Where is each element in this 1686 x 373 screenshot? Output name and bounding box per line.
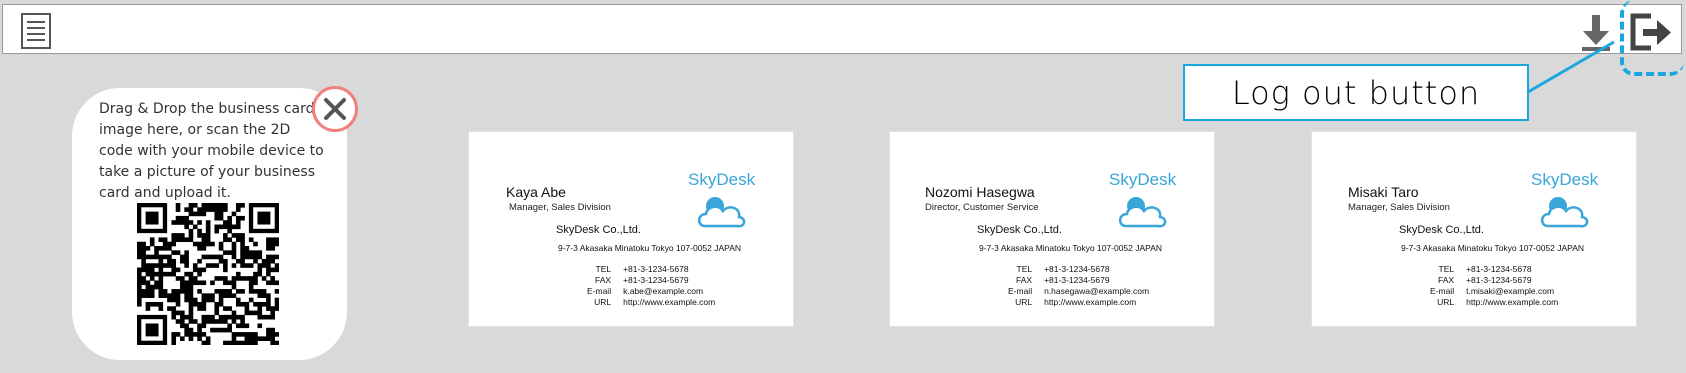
card-contacts: TEL +81-3-1234-5678 FAX +81-3-1234-5679 E-… (1008, 264, 1155, 308)
close-upload-button[interactable] (312, 86, 358, 132)
card-brand: SkyDesk (1109, 170, 1177, 189)
tel-value: +81-3-1234-5678 (623, 264, 689, 274)
url-label: URL (594, 297, 612, 307)
card-brand: SkyDesk (688, 170, 756, 189)
card-name: Nozomi Hasegwa (925, 184, 1035, 200)
card-title: Director, Customer Service (925, 202, 1039, 213)
card-company: SkyDesk Co.,Ltd. (977, 224, 1062, 236)
email-value: n.hasegawa@example.com (1044, 286, 1150, 296)
logout-highlight-frame (1620, 0, 1684, 76)
cloud-logo-icon (697, 192, 747, 232)
card-brand: SkyDesk (1531, 170, 1599, 189)
url-label: URL (1437, 297, 1455, 307)
card-company: SkyDesk Co.,Ltd. (1399, 224, 1484, 236)
upload-instructions: Drag & Drop the business card image here… (99, 101, 324, 201)
card-address: 9-7-3 Akasaka Minatoku Tokyo 107-0052 JA… (979, 243, 1163, 253)
tel-value: +81-3-1234-5678 (1466, 264, 1532, 274)
fax-value: +81-3-1234-5679 (1466, 275, 1532, 285)
url-value: http://www.example.com (1466, 297, 1559, 307)
email-label: E-mail (1008, 286, 1033, 296)
email-label: E-mail (1430, 286, 1455, 296)
fax-label: FAX (595, 275, 612, 285)
email-value: t.misaki@example.com (1466, 286, 1555, 296)
business-card[interactable]: SkyDesk Nozomi Hasegwa Director, Custome… (890, 132, 1214, 326)
business-card[interactable]: SkyDesk Kaya Abe Manager, Sales Division… (469, 132, 793, 326)
upload-dropzone[interactable]: Drag & Drop the business card image here… (72, 88, 347, 360)
tel-value: +81-3-1234-5678 (1044, 264, 1110, 274)
qr-code-icon (137, 203, 280, 346)
card-contacts: TEL +81-3-1234-5678 FAX +81-3-1234-5679 E-… (1430, 264, 1564, 308)
card-company: SkyDesk Co.,Ltd. (556, 224, 641, 236)
cloud-logo-icon (1540, 192, 1590, 232)
tel-label: TEL (1016, 264, 1033, 274)
card-title: Manager, Sales Division (509, 202, 611, 213)
logout-callout-label: Log out button (1183, 64, 1529, 121)
tel-label: TEL (1438, 264, 1455, 274)
fax-label: FAX (1438, 275, 1455, 285)
url-label: URL (1015, 297, 1033, 307)
email-value: k.abe@example.com (623, 286, 704, 296)
close-icon (324, 98, 346, 120)
card-name: Kaya Abe (506, 184, 566, 200)
card-address: 9-7-3 Akasaka Minatoku Tokyo 107-0052 JA… (1401, 243, 1585, 253)
business-card[interactable]: SkyDesk Misaki Taro Manager, Sales Divis… (1312, 132, 1636, 326)
cloud-logo-icon (1118, 192, 1168, 232)
url-value: http://www.example.com (623, 297, 716, 307)
email-label: E-mail (587, 286, 612, 296)
card-title: Manager, Sales Division (1348, 202, 1450, 213)
fax-value: +81-3-1234-5679 (1044, 275, 1110, 285)
menu-icon[interactable] (19, 12, 53, 50)
card-address: 9-7-3 Akasaka Minatoku Tokyo 107-0052 JA… (558, 243, 742, 253)
download-icon[interactable] (1579, 13, 1613, 53)
card-name: Misaki Taro (1348, 184, 1419, 200)
fax-label: FAX (1016, 275, 1033, 285)
top-toolbar (2, 4, 1682, 54)
fax-value: +81-3-1234-5679 (623, 275, 689, 285)
url-value: http://www.example.com (1044, 297, 1137, 307)
tel-label: TEL (595, 264, 612, 274)
card-contacts: TEL +81-3-1234-5678 FAX +81-3-1234-5679 E-… (587, 264, 721, 308)
